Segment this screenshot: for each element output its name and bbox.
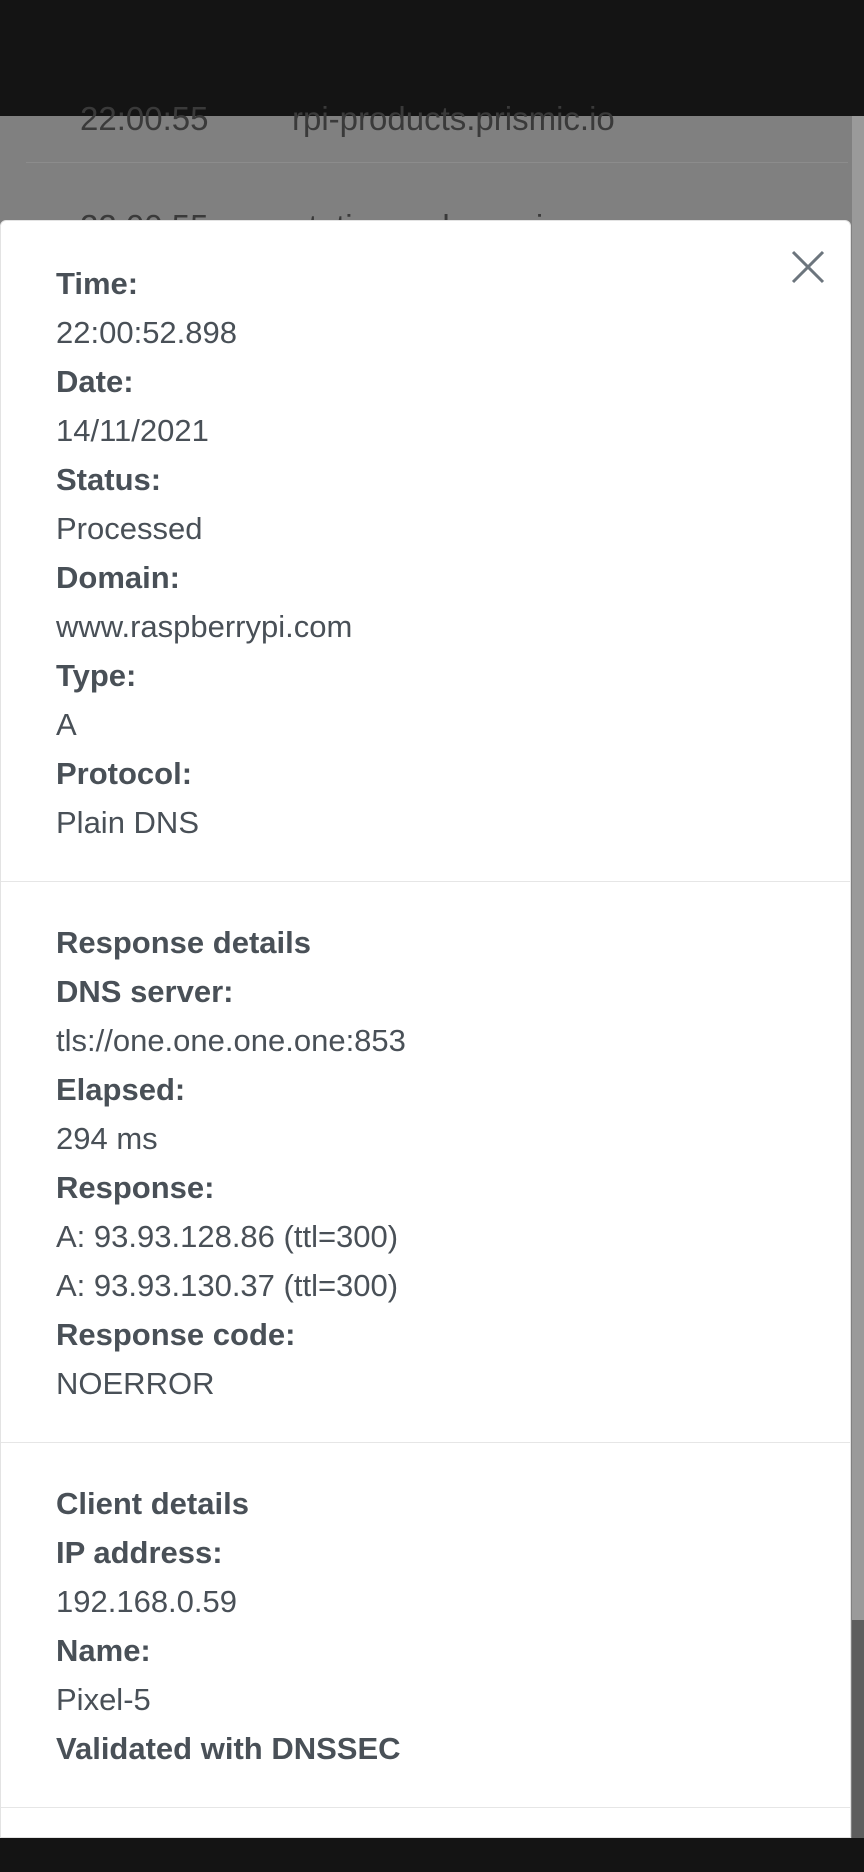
navigation-bar	[0, 1838, 864, 1872]
query-section: Time: 22:00:52.898 Date: 14/11/2021 Stat…	[1, 221, 850, 882]
domain-value: www.raspberrypi.com	[56, 609, 353, 644]
status-value: Processed	[56, 511, 203, 546]
protocol-label: Protocol:	[56, 756, 193, 791]
response-answer: A: 93.93.128.86 (ttl=300)	[56, 1219, 399, 1254]
type-value: A	[56, 707, 77, 742]
type-label: Type:	[56, 658, 137, 693]
response-section: Response details DNS server: tls://one.o…	[1, 882, 850, 1443]
status-bar	[0, 0, 864, 116]
dns-server-value: tls://one.one.one.one:853	[56, 1023, 406, 1058]
response-code-label: Response code:	[56, 1317, 296, 1352]
background-row-time: 22:00:55	[80, 100, 209, 137]
client-name-value: Pixel-5	[56, 1682, 151, 1717]
dnssec-status: Validated with DNSSEC	[56, 1731, 401, 1766]
date-label: Date:	[56, 364, 134, 399]
time-label: Time:	[56, 266, 139, 301]
scrollbar-thumb[interactable]	[852, 1620, 864, 1838]
domain-label: Domain:	[56, 560, 180, 595]
background-row-domain: rpi-products.prismic.io	[292, 100, 615, 137]
time-value: 22:00:52.898	[56, 315, 238, 350]
close-icon	[791, 250, 825, 284]
elapsed-value: 294 ms	[56, 1121, 158, 1156]
protocol-value: Plain DNS	[56, 805, 199, 840]
query-details-modal: Time: 22:00:52.898 Date: 14/11/2021 Stat…	[0, 220, 851, 1838]
response-code-value: NOERROR	[56, 1366, 215, 1401]
ip-address-value: 192.168.0.59	[56, 1584, 238, 1619]
background-row-divider	[26, 162, 848, 163]
status-label: Status:	[56, 462, 162, 497]
response-heading: Response details	[56, 925, 311, 960]
date-value: 14/11/2021	[56, 413, 209, 448]
scrollbar-track[interactable]	[852, 116, 864, 1838]
elapsed-label: Elapsed:	[56, 1072, 186, 1107]
client-section: Client details IP address: 192.168.0.59 …	[1, 1443, 850, 1808]
ip-address-label: IP address:	[56, 1535, 223, 1570]
screen: 22:00:55 rpi-products.prismic.io 22:00:5…	[0, 0, 864, 1872]
dns-server-label: DNS server:	[56, 974, 234, 1009]
client-heading: Client details	[56, 1486, 249, 1521]
response-answer: A: 93.93.130.37 (ttl=300)	[56, 1268, 399, 1303]
response-label: Response:	[56, 1170, 215, 1205]
client-name-label: Name:	[56, 1633, 151, 1668]
close-button[interactable]	[788, 247, 828, 287]
